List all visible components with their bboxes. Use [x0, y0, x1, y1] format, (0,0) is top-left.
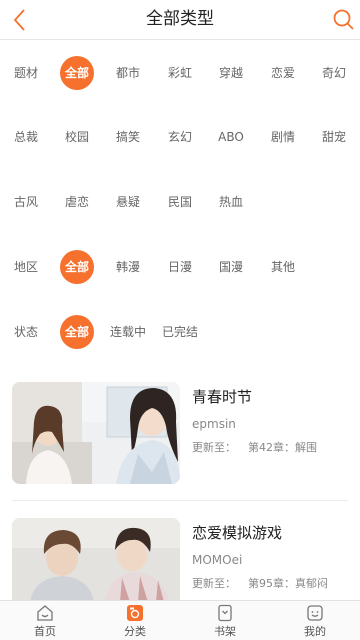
status-option-completed[interactable]: 已完结 [158, 315, 202, 349]
theme-option-time-travel[interactable]: 穿越 [214, 56, 248, 90]
top-bar: 全部类型 [0, 0, 360, 40]
comic-title: 恋爱模拟游戏 [192, 524, 283, 542]
nav-label-category: 分类 [124, 625, 146, 638]
comic-title: 青春时节 [192, 388, 253, 406]
nav-label-bookshelf: 书架 [214, 625, 236, 638]
theme-option-comedy[interactable]: 搞笑 [111, 120, 145, 154]
latest-chapter: 第95章：真郁闷 [248, 577, 328, 590]
comic-update-info: 更新至： 第42章：解围 [192, 439, 317, 455]
theme-option-sweet[interactable]: 甜宠 [317, 120, 351, 154]
comic-author: MOMOei [192, 553, 243, 567]
page-title: 全部类型 [146, 9, 214, 29]
update-label: 更新至： [192, 441, 236, 454]
theme-option-republic-era[interactable]: 民国 [163, 185, 197, 219]
region-option-all[interactable]: 全部 [60, 250, 94, 284]
theme-option-drama[interactable]: 剧情 [266, 120, 300, 154]
status-filter-label: 状态 [13, 325, 38, 339]
theme-option-rainbow[interactable]: 彩虹 [163, 56, 197, 90]
nav-label-home: 首页 [34, 625, 56, 638]
theme-option-romance[interactable]: 恋爱 [266, 56, 300, 90]
region-option-korean[interactable]: 韩漫 [111, 250, 145, 284]
nav-item-category[interactable]: 分类 [90, 601, 180, 640]
theme-option-ancient[interactable]: 古风 [9, 185, 43, 219]
theme-option-action[interactable]: 热血 [214, 185, 248, 219]
theme-option-all[interactable]: 全部 [60, 56, 94, 90]
bottom-navigation: 首页 分类 书架 我的 [0, 600, 360, 640]
theme-filter-row-3: 古风 虐恋 悬疑 民国 热血 [0, 185, 360, 229]
search-icon [333, 9, 354, 30]
theme-option-mystery[interactable]: 悬疑 [111, 185, 145, 219]
theme-filter-row-1: 题材 全部 都市 彩虹 穿越 恋爱 奇幻 [0, 56, 360, 100]
update-label: 更新至： [192, 577, 236, 590]
theme-option-ceo[interactable]: 总裁 [9, 120, 43, 154]
list-divider [12, 500, 348, 501]
search-button[interactable] [330, 6, 358, 34]
home-icon [37, 605, 53, 621]
nav-item-bookshelf[interactable]: 书架 [180, 601, 270, 640]
comic-update-info: 更新至： 第95章：真郁闷 [192, 575, 328, 591]
comic-cover[interactable] [12, 382, 180, 484]
region-option-japanese[interactable]: 日漫 [163, 250, 197, 284]
region-filter-label: 地区 [13, 260, 38, 274]
comic-author: epmsin [192, 417, 236, 431]
theme-option-xuanhuan[interactable]: 玄幻 [163, 120, 197, 154]
status-filter-row: 状态 全部 连载中 已完结 [0, 315, 360, 359]
comic-cover-illustration [12, 382, 180, 484]
category-icon [127, 605, 143, 621]
theme-option-angst[interactable]: 虐恋 [60, 185, 94, 219]
region-option-chinese[interactable]: 国漫 [214, 250, 248, 284]
theme-option-campus[interactable]: 校园 [60, 120, 94, 154]
nav-label-profile: 我的 [304, 625, 326, 638]
theme-option-abo[interactable]: ABO [214, 120, 248, 154]
nav-item-profile[interactable]: 我的 [270, 601, 360, 640]
region-filter-row: 地区 全部 韩漫 日漫 国漫 其他 [0, 250, 360, 294]
comic-list-item[interactable]: 青春时节 epmsin 更新至： 第42章：解围 [0, 382, 360, 502]
status-option-ongoing[interactable]: 连载中 [106, 315, 150, 349]
region-option-other[interactable]: 其他 [266, 250, 300, 284]
theme-option-urban[interactable]: 都市 [111, 56, 145, 90]
profile-icon [307, 605, 323, 621]
latest-chapter: 第42章：解围 [248, 441, 317, 454]
theme-filter-label: 题材 [13, 66, 38, 80]
comic-cover-illustration [12, 518, 180, 602]
theme-filter-row-2: 总裁 校园 搞笑 玄幻 ABO 剧情 甜宠 [0, 120, 360, 164]
nav-item-home[interactable]: 首页 [0, 601, 90, 640]
comic-cover[interactable] [12, 518, 180, 602]
theme-option-fantasy[interactable]: 奇幻 [317, 56, 351, 90]
bookshelf-icon [218, 604, 232, 622]
status-option-all[interactable]: 全部 [60, 315, 94, 349]
